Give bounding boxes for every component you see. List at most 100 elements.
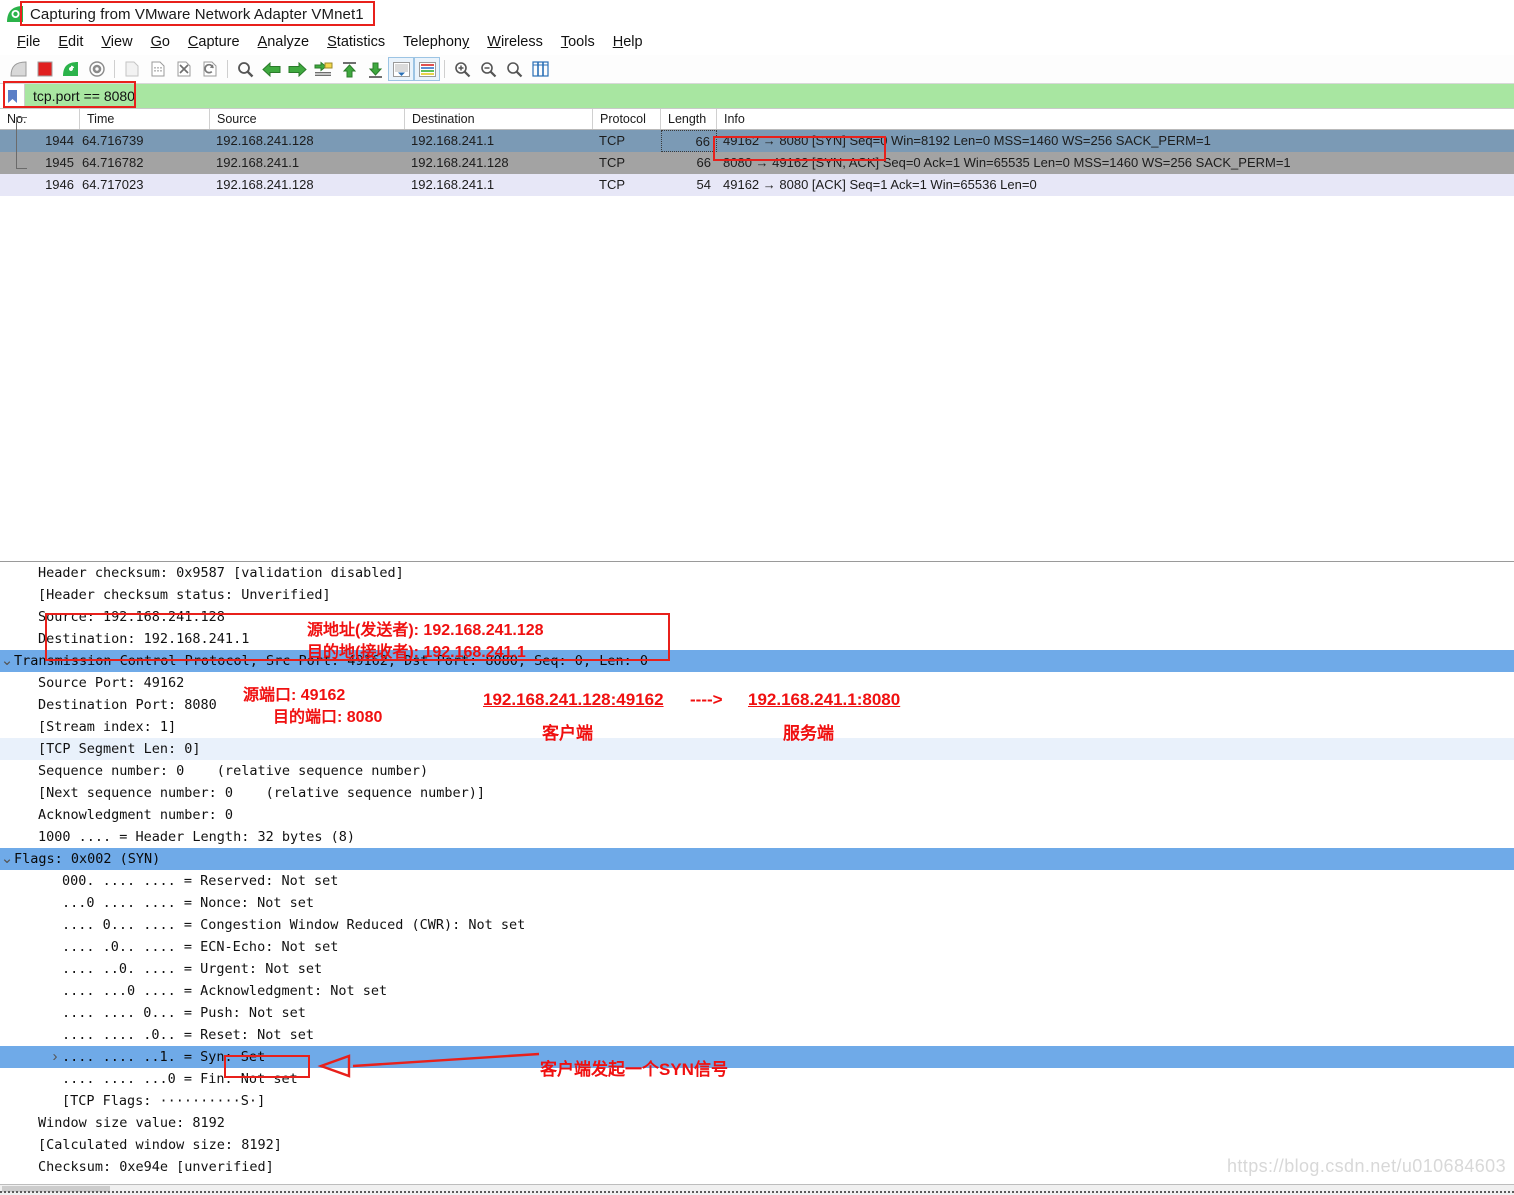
- menu-item-capture[interactable]: Capture: [179, 34, 249, 50]
- detail-row[interactable]: [Header checksum status: Unverified]: [0, 584, 1514, 606]
- auto-scroll-icon[interactable]: [388, 57, 414, 81]
- restart-capture-icon[interactable]: [58, 57, 84, 81]
- detail-row[interactable]: [TCP Segment Len: 0]: [0, 738, 1514, 760]
- go-first-packet-icon[interactable]: [336, 57, 362, 81]
- zoom-in-icon[interactable]: [449, 57, 475, 81]
- chevron-down-icon[interactable]: ⌄: [0, 653, 14, 668]
- detail-row[interactable]: Checksum: 0xe94e [unverified]: [0, 1156, 1514, 1178]
- column-header-source[interactable]: Source: [210, 109, 405, 129]
- menu-item-wireless[interactable]: Wireless: [478, 34, 552, 50]
- detail-row[interactable]: Acknowledgment number: 0: [0, 804, 1514, 826]
- menu-bar[interactable]: File Edit View Go Capture Analyze Statis…: [0, 29, 1514, 55]
- bookmark-icon[interactable]: [0, 84, 25, 108]
- detail-row[interactable]: Destination Port: 8080: [0, 694, 1514, 716]
- column-header-time[interactable]: Time: [80, 109, 210, 129]
- detail-row[interactable]: ⌄ Transmission Control Protocol, Src Port…: [0, 650, 1514, 672]
- detail-row[interactable]: [Next sequence number: 0 (relative seque…: [0, 782, 1514, 804]
- main-toolbar[interactable]: [0, 55, 1514, 84]
- detail-row[interactable]: Destination: 192.168.241.1: [0, 628, 1514, 650]
- toolbar-separator: [114, 60, 115, 78]
- go-forward-icon[interactable]: [284, 57, 310, 81]
- table-row[interactable]: 1944 64.716739 192.168.241.128 192.168.2…: [0, 130, 1514, 152]
- table-row[interactable]: 1946 64.717023 192.168.241.128 192.168.2…: [0, 174, 1514, 196]
- detail-row[interactable]: ⌄ Flags: 0x002 (SYN): [0, 848, 1514, 870]
- detail-row[interactable]: Source Port: 49162: [0, 672, 1514, 694]
- colorize-icon[interactable]: [414, 57, 440, 81]
- zoom-reset-icon[interactable]: [501, 57, 527, 81]
- detail-row[interactable]: .... ..0. .... = Urgent: Not set: [0, 958, 1514, 980]
- detail-row[interactable]: Window size value: 8192: [0, 1112, 1514, 1134]
- horizontal-scrollbar[interactable]: [0, 1184, 1514, 1195]
- detail-row[interactable]: .... .0.. .... = ECN-Echo: Not set: [0, 936, 1514, 958]
- save-file-icon[interactable]: [145, 57, 171, 81]
- reload-file-icon[interactable]: [197, 57, 223, 81]
- close-file-icon[interactable]: [171, 57, 197, 81]
- column-header-protocol[interactable]: Protocol: [593, 109, 661, 129]
- detail-row[interactable]: [TCP Flags: ··········S·]: [0, 1090, 1514, 1112]
- cell-time: 64.716739: [82, 133, 144, 148]
- scrollbar-thumb[interactable]: [2, 1186, 110, 1192]
- menu-item-telephony[interactable]: Telephony: [394, 34, 478, 50]
- detail-row-label: .... .... ..1. = Syn: Set: [62, 1049, 266, 1065]
- cell-protocol: TCP: [599, 155, 625, 170]
- detail-row[interactable]: .... .... ...0 = Fin: Not set: [0, 1068, 1514, 1090]
- detail-row-label: .... ..0. .... = Urgent: Not set: [62, 961, 323, 977]
- detail-row[interactable]: Header checksum: 0x9587 [validation disa…: [0, 562, 1514, 584]
- packet-list-empty-area: [0, 196, 1514, 582]
- capture-options-icon[interactable]: [84, 57, 110, 81]
- resize-columns-icon[interactable]: [527, 57, 553, 81]
- column-header-length[interactable]: Length: [661, 109, 717, 129]
- detail-row[interactable]: [Calculated window size: 8192]: [0, 1134, 1514, 1156]
- menu-item-file[interactable]: File: [8, 34, 49, 50]
- cell-no: 1944: [45, 133, 74, 148]
- detail-row[interactable]: Sequence number: 0 (relative sequence nu…: [0, 760, 1514, 782]
- cell-info: 49162 → 8080 [ACK] Seq=1 Ack=1 Win=65536…: [723, 177, 1037, 192]
- packet-list-header[interactable]: No. Time Source Destination Protocol Len…: [0, 109, 1514, 130]
- open-file-icon[interactable]: [119, 57, 145, 81]
- detail-row-label: 1000 .... = Header Length: 32 bytes (8): [38, 829, 355, 845]
- column-header-destination[interactable]: Destination: [405, 109, 593, 129]
- menu-item-statistics[interactable]: Statistics: [318, 34, 394, 50]
- detail-row[interactable]: .... ...0 .... = Acknowledgment: Not set: [0, 980, 1514, 1002]
- detail-row-label: Acknowledgment number: 0: [38, 807, 234, 823]
- detail-row-label: [TCP Segment Len: 0]: [38, 741, 201, 757]
- detail-row-label: Destination: 192.168.241.1: [38, 631, 250, 647]
- chevron-right-icon[interactable]: ›: [48, 1046, 62, 1068]
- menu-item-tools[interactable]: Tools: [552, 34, 604, 50]
- detail-row[interactable]: ...0 .... .... = Nonce: Not set: [0, 892, 1514, 914]
- cell-source: 192.168.241.128: [216, 177, 314, 192]
- cell-destination: 192.168.241.1: [411, 177, 495, 192]
- detail-row-label: [Stream index: 1]: [38, 719, 177, 735]
- cell-source: 192.168.241.1: [216, 155, 300, 170]
- window-title: Capturing from VMware Network Adapter VM…: [30, 6, 364, 23]
- detail-row[interactable]: .... 0... .... = Congestion Window Reduc…: [0, 914, 1514, 936]
- menu-item-help[interactable]: Help: [604, 34, 652, 50]
- display-filter-bar[interactable]: [0, 81, 1514, 109]
- detail-row-label: .... ...0 .... = Acknowledgment: Not set: [62, 983, 388, 999]
- column-header-info[interactable]: Info: [717, 109, 1514, 129]
- detail-row[interactable]: ›.... .... ..1. = Syn: Set: [0, 1046, 1514, 1068]
- menu-item-analyze[interactable]: Analyze: [249, 34, 319, 50]
- column-header-no[interactable]: No.: [0, 109, 80, 129]
- packet-list[interactable]: No. Time Source Destination Protocol Len…: [0, 109, 1514, 582]
- detail-row[interactable]: .... .... 0... = Push: Not set: [0, 1002, 1514, 1024]
- stop-capture-icon[interactable]: [32, 57, 58, 81]
- menu-item-edit[interactable]: Edit: [49, 34, 92, 50]
- packet-detail-pane[interactable]: Header checksum: 0x9587 [validation disa…: [0, 561, 1514, 1187]
- menu-item-view[interactable]: View: [92, 34, 141, 50]
- zoom-out-icon[interactable]: [475, 57, 501, 81]
- go-to-packet-icon[interactable]: [310, 57, 336, 81]
- table-row[interactable]: 1945 64.716782 192.168.241.1 192.168.241…: [0, 152, 1514, 174]
- find-packet-icon[interactable]: [232, 57, 258, 81]
- go-back-icon[interactable]: [258, 57, 284, 81]
- display-filter-input[interactable]: [25, 84, 1514, 108]
- start-capture-icon[interactable]: [6, 57, 32, 81]
- menu-item-go[interactable]: Go: [142, 34, 179, 50]
- go-last-packet-icon[interactable]: [362, 57, 388, 81]
- chevron-down-icon[interactable]: ⌄: [0, 851, 14, 866]
- detail-row[interactable]: 1000 .... = Header Length: 32 bytes (8): [0, 826, 1514, 848]
- detail-row[interactable]: Source: 192.168.241.128: [0, 606, 1514, 628]
- detail-row[interactable]: [Stream index: 1]: [0, 716, 1514, 738]
- detail-row[interactable]: 000. .... .... = Reserved: Not set: [0, 870, 1514, 892]
- detail-row[interactable]: .... .... .0.. = Reset: Not set: [0, 1024, 1514, 1046]
